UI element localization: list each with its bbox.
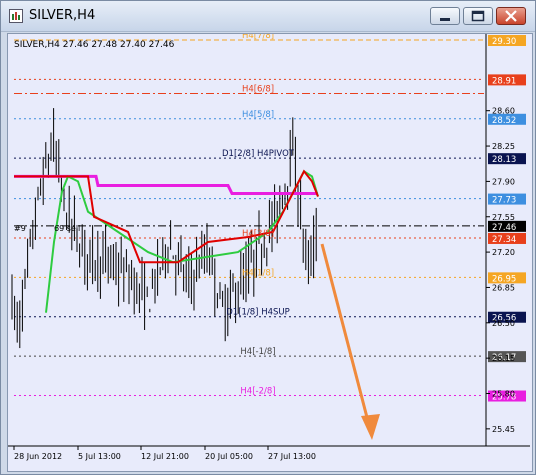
level-label: D1[2/8] H4PIVOT: [222, 149, 295, 159]
y-tick-label: 27.90: [492, 177, 515, 186]
level-label: H4[5/8]: [242, 110, 274, 120]
minimize-button[interactable]: [430, 7, 460, 25]
x-tick-label: 27 Jul 13:00: [268, 452, 316, 461]
chart-window-icon: [9, 9, 23, 23]
level-label: H4[1/8]: [242, 268, 274, 278]
title-bar[interactable]: SILVER,H4: [1, 1, 535, 32]
window-title: SILVER,H4: [29, 8, 96, 23]
x-tick-label: 5 Jul 13:00: [78, 452, 121, 461]
level-label: H4[3/8]: [242, 229, 274, 239]
order-tail: 69 sell: [54, 224, 80, 233]
close-icon: [505, 10, 517, 22]
y-tick-label: 26.85: [492, 283, 515, 292]
price-tag-label: 27.34: [492, 235, 516, 245]
level-label: H4[7/8]: [242, 34, 274, 41]
close-button[interactable]: [496, 7, 526, 25]
y-tick-label: 26.50: [492, 319, 515, 328]
maximize-button[interactable]: [463, 7, 493, 25]
level-label: H4[6/8]: [242, 85, 274, 95]
level-label: H4[-2/8]: [240, 387, 275, 397]
level-label: D1[1/8] H4SUP: [226, 308, 290, 318]
chart-window: SILVER,H4 H4[7/8] 29.30 28.91 H4[6/8] H4[5/8…: [0, 0, 536, 475]
x-tick-label: 12 Jul 21:00: [141, 452, 189, 461]
price-tag-label: 28.91: [492, 76, 516, 86]
price-tag-label: 28.52: [492, 116, 516, 126]
x-tick-label: 28 Jun 2012: [14, 452, 62, 461]
chart-area[interactable]: H4[7/8] 29.30 28.91 H4[6/8] H4[5/8] 28.52 D1[2…: [7, 31, 533, 472]
forecast-arrow-head: [361, 414, 380, 440]
y-tick-label: 25.80: [492, 390, 515, 399]
minimize-icon: [440, 18, 450, 21]
level-label: H4[-1/8]: [240, 347, 275, 357]
price-tag-label: 28.13: [492, 155, 516, 165]
x-tick-label: 20 Jul 05:00: [205, 452, 253, 461]
y-tick-label: 25.45: [492, 425, 515, 434]
y-tick-label: 27.55: [492, 213, 515, 222]
forecast-arrow: [320, 243, 372, 430]
y-tick-label: 27.20: [492, 248, 515, 257]
y-tick-label: 28.25: [492, 142, 515, 151]
price-tag-label: 27.73: [492, 196, 516, 206]
instrument-header: SILVER,H4 27.46 27.48 27.40 27.46: [14, 40, 175, 50]
price-tag-label: 27.46: [492, 223, 516, 233]
y-tick-label: 26.15: [492, 354, 515, 363]
magenta-trendline: [14, 174, 318, 196]
price-chart[interactable]: H4[7/8] 29.30 28.91 H4[6/8] H4[5/8] 28.52 D1[2…: [8, 31, 530, 469]
price-tag-label: 29.30: [492, 37, 516, 47]
maximize-icon: [471, 10, 485, 22]
y-tick-label: 28.60: [492, 107, 515, 116]
order-label: #9: [14, 224, 26, 233]
